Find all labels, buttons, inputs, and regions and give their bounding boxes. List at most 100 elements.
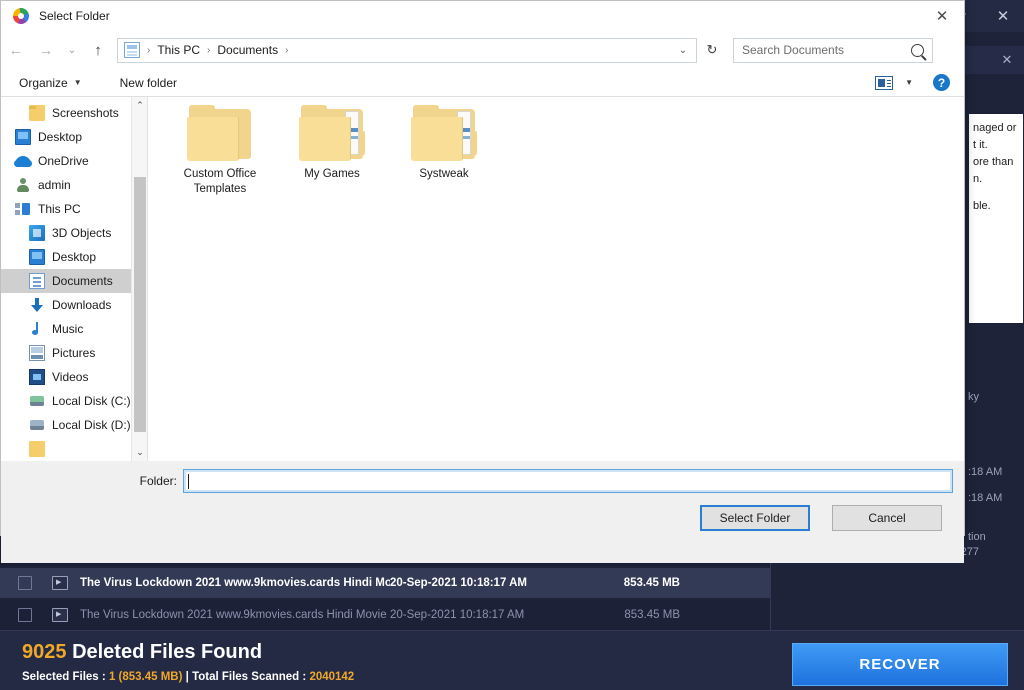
table-row[interactable]: The Virus Lockdown 2021 www.9kmovies.car… — [0, 568, 770, 598]
info-line: ble. — [973, 200, 991, 212]
change-view-icon[interactable] — [875, 75, 894, 90]
tree-scrollbar[interactable]: ⌃ ⌄ — [131, 97, 147, 461]
tree-item-label: This PC — [38, 202, 81, 216]
crumb-separator: › — [207, 44, 211, 56]
folder-input[interactable] — [184, 470, 952, 492]
user-icon — [15, 177, 31, 193]
breadcrumb-this-pc[interactable]: This PC — [157, 43, 200, 57]
search-box[interactable] — [733, 37, 933, 63]
folder-item-my-games[interactable]: My Games — [276, 105, 388, 197]
sub-close-icon[interactable]: ✕ — [996, 50, 1018, 70]
crumb-separator: › — [147, 44, 151, 56]
videos-icon — [29, 369, 45, 385]
tree-item-screenshots[interactable]: Screenshots — [1, 101, 147, 125]
deleted-files-text: Deleted Files Found — [72, 641, 263, 663]
breadcrumb-documents[interactable]: Documents — [217, 43, 278, 57]
dialog-footer: Folder: Select Folder Cancel — [1, 461, 964, 563]
tree-item-label: Desktop — [38, 130, 83, 144]
summary-separator: | — [182, 671, 193, 683]
select-folder-button[interactable]: Select Folder — [700, 505, 810, 531]
documents-icon — [29, 273, 45, 289]
tree-item-music[interactable]: Music — [1, 317, 147, 341]
folder-field-row: Folder: — [1, 469, 964, 493]
help-icon[interactable]: ? — [933, 74, 950, 91]
video-file-icon — [52, 576, 68, 590]
tree-item-label: OneDrive — [38, 154, 89, 168]
search-icon[interactable] — [911, 43, 924, 57]
tree-item-desktop[interactable]: Desktop — [1, 125, 147, 149]
tree-item-local-disk-c[interactable]: Local Disk (C:) — [1, 389, 147, 413]
folder-content-pane[interactable]: Custom Office Templates My Games Systwea… — [147, 97, 964, 461]
cancel-button[interactable]: Cancel — [832, 505, 942, 531]
folder-field-label: Folder: — [139, 474, 177, 488]
file-date: 20-Sep-2021 10:18:17 AM — [390, 577, 528, 589]
scrollbar-thumb[interactable] — [134, 177, 146, 432]
dialog-title: Select Folder — [39, 9, 110, 23]
recover-button[interactable]: RECOVER — [792, 643, 1008, 686]
tree-item-documents[interactable]: Documents — [1, 269, 147, 293]
tree-item-admin[interactable]: admin — [1, 173, 147, 197]
forward-icon[interactable]: → — [31, 37, 61, 63]
selected-files-value: 1 (853.45 MB) — [108, 671, 183, 683]
chevron-down-icon[interactable]: ▼ — [905, 78, 913, 87]
close-icon[interactable]: ✕ — [982, 0, 1024, 32]
folder-item-systweak[interactable]: Systweak — [388, 105, 500, 197]
command-bar: Organize ▼ New folder ▼ ? — [1, 69, 964, 97]
music-icon — [29, 321, 45, 337]
monitor-icon — [29, 249, 45, 265]
folder-item-custom-office-templates[interactable]: Custom Office Templates — [164, 105, 276, 197]
row-checkbox[interactable] — [18, 608, 32, 622]
tree-item-videos[interactable]: Videos — [1, 365, 147, 389]
right-text-fragment: :18 AM — [968, 492, 1003, 504]
info-line: t it. — [973, 139, 988, 151]
back-icon[interactable]: ← — [1, 37, 31, 63]
folder-icon — [29, 105, 45, 121]
tree-item-downloads[interactable]: Downloads — [1, 293, 147, 317]
tree-item-pictures[interactable]: Pictures — [1, 341, 147, 365]
dialog-close-icon[interactable]: ✕ — [920, 1, 964, 31]
right-text-fragment: ky — [968, 391, 979, 403]
dialog-action-buttons: Select Folder Cancel — [700, 505, 942, 531]
dialog-body: Screenshots Desktop OneDrive admin This … — [1, 97, 964, 461]
scanned-value: 2040142 — [309, 671, 355, 683]
tree-item-3d-objects[interactable]: 3D Objects — [1, 221, 147, 245]
refresh-icon[interactable]: ↻ — [699, 38, 725, 63]
folder-label: Custom Office Templates — [183, 168, 257, 195]
file-name: The Virus Lockdown 2021 www.9kmovies.car… — [80, 609, 390, 621]
up-icon[interactable]: ↑ — [83, 37, 113, 63]
chevron-down-icon[interactable]: ⌄ — [670, 39, 696, 62]
new-folder-button[interactable]: New folder — [120, 76, 177, 90]
tree-item-label: Screenshots — [52, 106, 119, 120]
tree-item-label: 3D Objects — [52, 226, 112, 240]
selection-summary: Selected Files : 1 (853.45 MB) | Total F… — [22, 671, 354, 683]
tree-item-local-disk-d[interactable]: Local Disk (D:) — [1, 413, 147, 437]
scroll-down-icon[interactable]: ⌄ — [132, 444, 147, 461]
this-pc-icon — [15, 201, 31, 217]
tree-item-label: Local Disk (C:) — [52, 394, 131, 408]
3d-objects-icon — [29, 225, 45, 241]
tree-item-this-pc[interactable]: This PC — [1, 197, 147, 221]
info-line: n. — [973, 173, 983, 185]
row-checkbox[interactable] — [18, 576, 32, 590]
disk-icon — [29, 393, 45, 409]
tree-item-desktop-2[interactable]: Desktop — [1, 245, 147, 269]
address-bar[interactable]: › This PC › Documents › ⌄ — [117, 37, 697, 63]
recent-locations-icon[interactable]: ⌄ — [61, 37, 83, 63]
folder-input-wrapper[interactable] — [183, 469, 953, 493]
info-line: ore than — [973, 156, 1014, 168]
search-input[interactable] — [734, 43, 894, 57]
folder-icon — [29, 441, 45, 457]
chevron-down-icon: ▼ — [73, 78, 82, 87]
tree-item-label: Music — [52, 322, 84, 336]
text-caret — [188, 474, 189, 489]
info-line: naged or — [973, 122, 1017, 134]
organize-label: Organize — [19, 75, 68, 90]
organize-button[interactable]: Organize ▼ — [19, 76, 82, 90]
tree-item-onedrive[interactable]: OneDrive — [1, 149, 147, 173]
tree-item-partial[interactable] — [1, 437, 147, 461]
scroll-up-icon[interactable]: ⌃ — [132, 97, 147, 114]
tree-item-label: Local Disk (D:) — [52, 418, 131, 432]
right-text-fragment: :18 AM — [968, 466, 1003, 478]
table-row[interactable]: The Virus Lockdown 2021 www.9kmovies.car… — [0, 600, 770, 630]
app-logo-icon — [13, 8, 29, 24]
